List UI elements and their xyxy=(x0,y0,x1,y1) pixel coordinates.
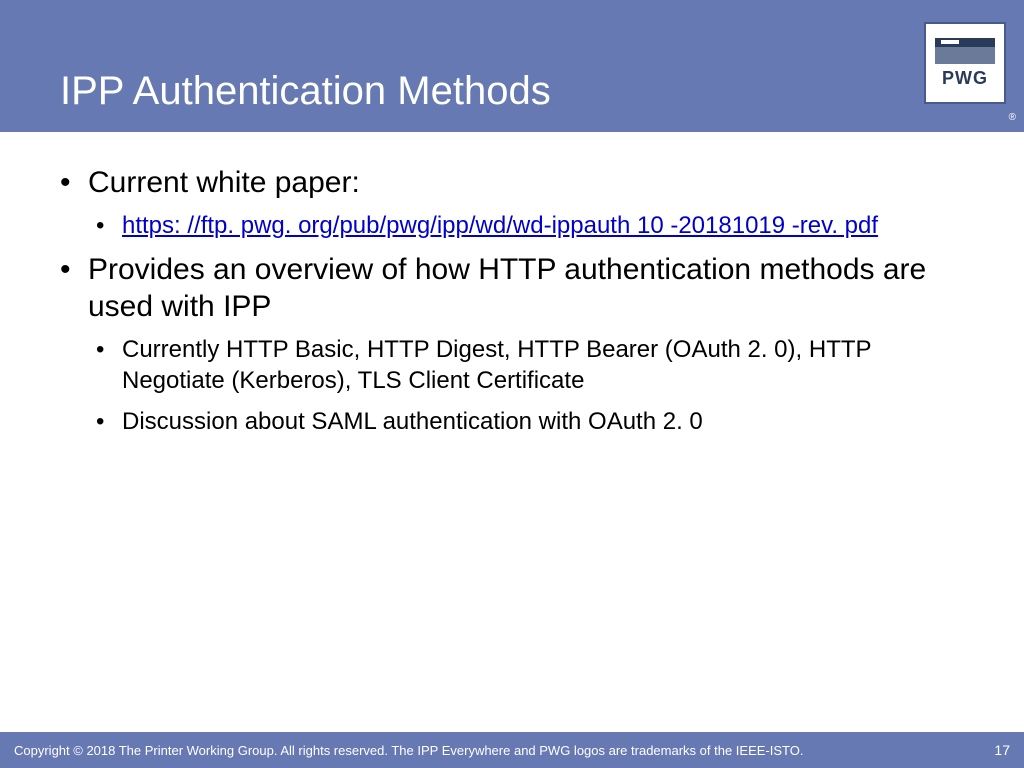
slide-title: IPP Authentication Methods xyxy=(60,69,551,114)
bullet-overview: Provides an overview of how HTTP authent… xyxy=(60,251,964,326)
registered-mark: ® xyxy=(1009,112,1016,123)
printer-icon xyxy=(935,38,995,64)
slide-footer: Copyright © 2018 The Printer Working Gro… xyxy=(0,732,1024,768)
bullet-methods: Currently HTTP Basic, HTTP Digest, HTTP … xyxy=(96,334,964,396)
page-number: 17 xyxy=(994,742,1010,758)
bullet-saml: Discussion about SAML authentication wit… xyxy=(96,406,964,437)
slide-body: Current white paper: https: //ftp. pwg. … xyxy=(0,132,1024,437)
pwg-logo: PWG xyxy=(924,22,1006,104)
bullet-link-item: https: //ftp. pwg. org/pub/pwg/ipp/wd/wd… xyxy=(96,210,964,241)
whitepaper-link[interactable]: https: //ftp. pwg. org/pub/pwg/ipp/wd/wd… xyxy=(122,212,878,239)
logo-text: PWG xyxy=(942,68,988,89)
slide-header: IPP Authentication Methods PWG ® xyxy=(0,0,1024,132)
copyright-text: Copyright © 2018 The Printer Working Gro… xyxy=(14,743,994,758)
bullet-current-paper: Current white paper: xyxy=(60,164,964,202)
